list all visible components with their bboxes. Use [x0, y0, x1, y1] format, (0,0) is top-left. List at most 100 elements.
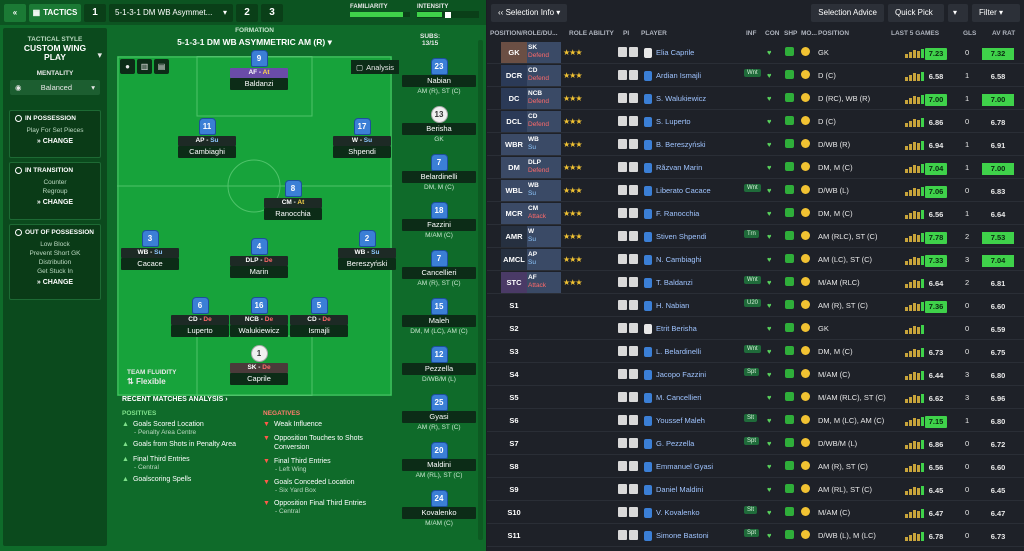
- instructions-icon[interactable]: [629, 323, 638, 333]
- slot-cell[interactable]: DM: [501, 157, 527, 178]
- table-row[interactable]: S8 Emmanuel Gyasi ♥ AM (R), ST (C) 6.56 …: [487, 455, 1024, 478]
- table-row[interactable]: STC AF Attack ★★★ T. Baldanzi Wnt ♥ M/AM …: [487, 271, 1024, 294]
- tactic-slot-1[interactable]: 1: [84, 3, 106, 22]
- analysis-button[interactable]: ▢ Analysis: [350, 60, 399, 74]
- tactic-select[interactable]: 5-1-3-1 DM WB Asymmet... ▾: [109, 3, 233, 22]
- table-row[interactable]: DC NCB Defend ★★★ S. Walukiewicz ♥ D (RC)…: [487, 87, 1024, 110]
- sub-player[interactable]: 13 Berisha GK: [402, 106, 476, 143]
- player-card-icon[interactable]: [618, 369, 627, 379]
- role-cell[interactable]: AP Su: [527, 249, 561, 270]
- quick-pick-button[interactable]: Quick Pick: [888, 3, 944, 22]
- table-row[interactable]: S11 Simone Bastoni Spt ♥ D/WB (L), M (LC…: [487, 524, 1024, 547]
- table-row[interactable]: WBL WB Su ★★★ Liberato Cacace Wnt ♥ D/WB …: [487, 179, 1024, 202]
- instructions-icon[interactable]: [629, 369, 638, 379]
- instructions-icon[interactable]: [629, 93, 638, 103]
- col-shp[interactable]: SHP: [784, 30, 797, 37]
- tactic-board-icon[interactable]: ▤: [154, 59, 169, 74]
- player-card-icon[interactable]: [618, 93, 627, 103]
- slot-cell[interactable]: DC: [501, 88, 527, 109]
- player-card-icon[interactable]: [618, 231, 627, 241]
- table-row[interactable]: S7 G. Pezzella Spt ♥ D/WB/M (L) 6.86 0 6…: [487, 432, 1024, 455]
- slot-cell[interactable]: S6: [501, 410, 527, 431]
- player-name[interactable]: Emmanuel Gyasi: [656, 462, 713, 471]
- table-row[interactable]: WBR WB Su ★★★ B. Bereszyński ♥ D/WB (R) 6…: [487, 133, 1024, 156]
- player-name[interactable]: Youssef Maleh: [656, 416, 705, 425]
- player-name[interactable]: T. Baldanzi: [656, 278, 693, 287]
- player-card-icon[interactable]: [618, 208, 627, 218]
- slot-cell[interactable]: AMR: [501, 226, 527, 247]
- table-row[interactable]: DCL CD Defend ★★★ S. Luperto ♥ D (C) 6.86…: [487, 110, 1024, 133]
- player-name[interactable]: Daniel Maldini: [656, 485, 703, 494]
- role-cell[interactable]: [527, 341, 561, 362]
- instructions-icon[interactable]: [629, 438, 638, 448]
- tactic-slot-3[interactable]: 3: [261, 3, 283, 22]
- slot-cell[interactable]: S2: [501, 318, 527, 339]
- table-row[interactable]: GK SK Defend ★★★ Elia Caprile ♥ GK 7.23 0…: [487, 41, 1024, 64]
- role-cell[interactable]: [527, 295, 561, 316]
- role-cell[interactable]: CD Defend: [527, 111, 561, 132]
- intensity-handle[interactable]: [444, 11, 451, 18]
- table-row[interactable]: S1 H. Nabian U20 ♥ AM (R), ST (C) 7.36 0…: [487, 294, 1024, 317]
- pitch-player[interactable]: 5 CD - De Ismajli: [290, 297, 348, 337]
- player-name[interactable]: H. Nabian: [656, 301, 689, 310]
- role-cell[interactable]: [527, 456, 561, 477]
- in-possession-change-button[interactable]: » CHANGE: [10, 135, 100, 150]
- pitch-player[interactable]: 16 NCB - De Walukiewicz: [230, 297, 288, 337]
- slot-cell[interactable]: DCL: [501, 111, 527, 132]
- player-card-icon[interactable]: [618, 415, 627, 425]
- selection-advice-button[interactable]: Selection Advice: [811, 3, 884, 22]
- col-av-rat[interactable]: AV RAT: [992, 30, 1015, 37]
- player-name[interactable]: L. Belardinelli: [656, 347, 701, 356]
- role-cell[interactable]: [527, 479, 561, 500]
- table-row[interactable]: MCR CM Attack ★★★ F. Ranocchia ♥ DM, M (C…: [487, 202, 1024, 225]
- player-card-icon[interactable]: [618, 70, 627, 80]
- player-name[interactable]: M. Cancellieri: [656, 393, 701, 402]
- player-card-icon[interactable]: [618, 392, 627, 402]
- slot-cell[interactable]: WBL: [501, 180, 527, 201]
- tactical-style[interactable]: TACTICAL STYLE CUSTOM WING PLAY ▾: [3, 28, 107, 62]
- instructions-icon[interactable]: [629, 185, 638, 195]
- role-cell[interactable]: AF Attack: [527, 272, 561, 293]
- player-name[interactable]: Elia Caprile: [656, 48, 694, 57]
- instructions-icon[interactable]: [629, 277, 638, 287]
- quick-pick-dropdown[interactable]: ▾: [948, 3, 968, 22]
- player-name[interactable]: Stiven Shpendi: [656, 232, 706, 241]
- player-card-icon[interactable]: [618, 438, 627, 448]
- sub-player[interactable]: 18 Fazzini M/AM (C): [402, 202, 476, 239]
- pitch-player[interactable]: 2 WB - Su Bereszyński: [338, 230, 396, 270]
- slot-cell[interactable]: S1: [501, 295, 527, 316]
- instructions-icon[interactable]: [629, 47, 638, 57]
- slot-cell[interactable]: DCR: [501, 65, 527, 86]
- slot-cell[interactable]: WBR: [501, 134, 527, 155]
- slot-cell[interactable]: S3: [501, 341, 527, 362]
- sub-player[interactable]: 15 Maleh DM, M (LC), AM (C): [402, 298, 476, 335]
- player-card-icon[interactable]: [618, 47, 627, 57]
- sub-player[interactable]: 7 Belardinelli DM, M (C): [402, 154, 476, 191]
- in-transition-change-button[interactable]: » CHANGE: [10, 196, 100, 211]
- role-cell[interactable]: WB Su: [527, 180, 561, 201]
- sub-player[interactable]: 20 Maldini AM (RL), ST (C): [402, 442, 476, 479]
- role-cell[interactable]: [527, 502, 561, 523]
- role-cell[interactable]: W Su: [527, 226, 561, 247]
- slot-cell[interactable]: S9: [501, 479, 527, 500]
- slot-cell[interactable]: AMCL: [501, 249, 527, 270]
- instructions-icon[interactable]: [629, 392, 638, 402]
- player-name[interactable]: V. Kovalenko: [656, 508, 700, 517]
- slot-cell[interactable]: S10: [501, 502, 527, 523]
- role-cell[interactable]: DLP Defend: [527, 157, 561, 178]
- role-cell[interactable]: [527, 364, 561, 385]
- tactics-tab[interactable]: ▦ TACTICS: [29, 3, 81, 22]
- person-icon[interactable]: ●: [120, 59, 135, 74]
- player-card-icon[interactable]: [618, 461, 627, 471]
- col-player[interactable]: PLAYER: [641, 30, 667, 37]
- table-row[interactable]: S9 Daniel Maldini ♥ AM (RL), ST (C) 6.45…: [487, 478, 1024, 501]
- player-name[interactable]: S. Walukiewicz: [656, 94, 706, 103]
- instructions-icon[interactable]: [629, 507, 638, 517]
- col-morale[interactable]: MO...: [801, 30, 817, 37]
- col-inf[interactable]: INF: [746, 30, 756, 37]
- role-cell[interactable]: WB Su: [527, 134, 561, 155]
- col-pi[interactable]: PI: [623, 30, 629, 37]
- instructions-icon[interactable]: [629, 231, 638, 241]
- instructions-icon[interactable]: [629, 208, 638, 218]
- table-row[interactable]: AMR W Su ★★★ Stiven Shpendi Trn ♥ AM (RLC…: [487, 225, 1024, 248]
